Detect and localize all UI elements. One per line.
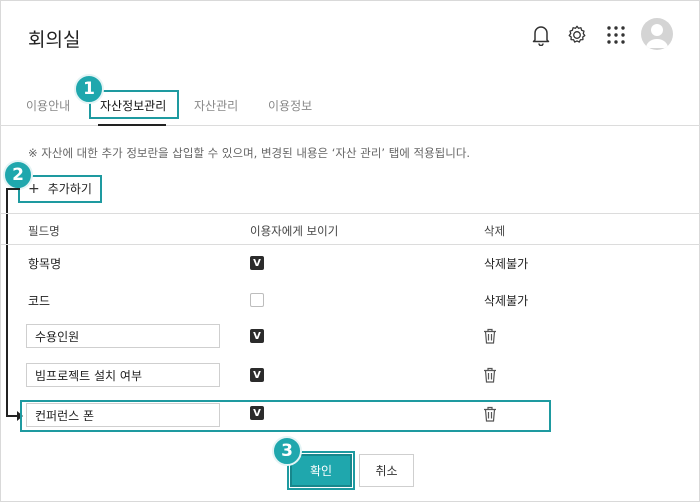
tab-usage-guide[interactable]: 이용안내 bbox=[26, 97, 70, 114]
step-badge-3: 3 bbox=[272, 436, 302, 466]
tab-usage-info[interactable]: 이용정보 bbox=[268, 97, 312, 114]
visible-checkbox[interactable]: V bbox=[250, 256, 264, 270]
add-button-label: 추가하기 bbox=[47, 182, 92, 196]
avatar[interactable] bbox=[641, 18, 673, 50]
cancel-button[interactable]: 취소 bbox=[359, 454, 414, 487]
delete-disabled-text: 삭제불가 bbox=[484, 257, 529, 271]
column-header-field-name: 필드명 bbox=[28, 224, 60, 238]
trash-icon[interactable] bbox=[483, 406, 497, 422]
field-name-input[interactable] bbox=[26, 403, 220, 427]
trash-icon[interactable] bbox=[483, 328, 497, 344]
page-title: 회의실 bbox=[28, 29, 81, 51]
active-tab-indicator bbox=[98, 124, 166, 126]
bell-icon[interactable] bbox=[528, 22, 554, 48]
field-name-input[interactable] bbox=[26, 363, 220, 387]
apps-grid-icon[interactable] bbox=[603, 22, 629, 48]
step-badge-2: 2 bbox=[3, 160, 33, 190]
visible-checkbox[interactable]: V bbox=[250, 406, 264, 420]
visible-checkbox[interactable]: V bbox=[250, 368, 264, 382]
visible-checkbox[interactable]: V bbox=[250, 329, 264, 343]
connector-line bbox=[6, 188, 20, 190]
step-badge-1: 1 bbox=[74, 74, 104, 104]
table-header: 필드명 이용자에게 보이기 삭제 bbox=[0, 213, 700, 245]
delete-disabled-text: 삭제불가 bbox=[484, 294, 529, 308]
gear-icon[interactable] bbox=[564, 22, 590, 48]
notice-text: ※ 자산에 대한 추가 정보란을 삽입할 수 있으며, 변경된 내용은 ‘자산 … bbox=[28, 146, 471, 160]
tab-asset-management[interactable]: 자산관리 bbox=[194, 97, 238, 114]
trash-icon[interactable] bbox=[483, 367, 497, 383]
field-name-label: 항목명 bbox=[28, 257, 62, 271]
field-name-label: 코드 bbox=[28, 294, 51, 308]
visible-checkbox[interactable] bbox=[250, 293, 264, 307]
field-name-input[interactable] bbox=[26, 324, 220, 348]
column-header-delete: 삭제 bbox=[484, 224, 506, 238]
column-header-visible: 이용자에게 보이기 bbox=[250, 224, 339, 238]
